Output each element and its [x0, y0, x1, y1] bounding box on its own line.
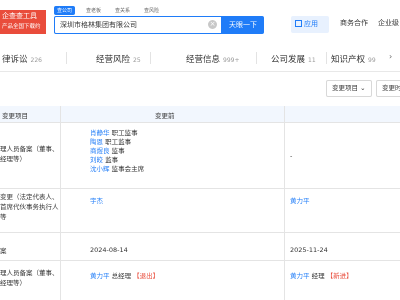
change-time-filter[interactable]: 变更时: [376, 80, 400, 97]
tab-label: 律诉讼: [2, 55, 28, 65]
before-date: 2024-08-14: [90, 246, 128, 254]
tab-divider: [66, 52, 67, 64]
before-cell: 黄力平 总经理 【退出】: [90, 272, 159, 281]
row-item: 理人员备案（董事、经理等）: [0, 145, 59, 163]
search-button[interactable]: 天眼一下: [222, 16, 264, 34]
tab-count: 25: [133, 57, 141, 64]
search-type-tabs: 查公司 查老板 查关系 查风险: [54, 6, 162, 15]
person-link[interactable]: 陶恩: [90, 138, 103, 146]
tab-label: 公司发展: [271, 55, 306, 65]
logo-line2: 产品全国下载约: [2, 24, 41, 30]
tab-divider: [150, 52, 151, 64]
grid-icon: [295, 20, 302, 27]
tab-operation-risk[interactable]: 经营风险 25: [96, 53, 141, 65]
after-person-link[interactable]: 黄力平: [290, 197, 310, 206]
tab-company-development[interactable]: 公司发展 11: [271, 53, 316, 65]
person-link[interactable]: 刘皎: [90, 156, 103, 164]
chevron-down-icon: ⌄: [360, 84, 366, 92]
person-role: 职工监事: [111, 129, 138, 137]
logo-line1: 企查查工具: [2, 12, 37, 20]
person-role: 职工监事: [105, 138, 132, 146]
tab-litigation[interactable]: 律诉讼 226: [2, 53, 42, 65]
search-tab-boss[interactable]: 查老板: [83, 6, 104, 15]
person-link[interactable]: 商煜良: [90, 147, 110, 155]
person-role: 监事: [105, 156, 119, 164]
chevron-right-icon[interactable]: ›: [389, 52, 392, 61]
filter-label: 变更项目: [332, 84, 358, 92]
row-item: 案: [0, 247, 7, 255]
tab-count: 11: [308, 57, 316, 64]
tab-label: 经营风险: [96, 55, 131, 65]
before-person-link[interactable]: 宇杰: [90, 197, 103, 206]
clear-icon[interactable]: ×: [208, 20, 217, 29]
tab-intellectual-property[interactable]: 知识产权 99: [331, 53, 376, 65]
exit-tag: 【退出】: [133, 272, 160, 280]
person-line: 肖静华 职工监事: [90, 129, 144, 138]
person-link[interactable]: 肖静华: [90, 129, 110, 137]
tab-label: 知识产权: [331, 55, 366, 65]
tab-count: 99: [368, 57, 376, 64]
tab-operation-info[interactable]: 经营信息 999+: [186, 53, 240, 65]
column-divider: [60, 106, 61, 300]
search-tab-company[interactable]: 查公司: [54, 6, 76, 15]
after-date: 2025-11-24: [290, 246, 328, 254]
page: 企查查工具 产品全国下载约 查公司 查老板 查关系 查风险 深圳市格林集团有限公…: [0, 0, 400, 300]
search-input[interactable]: 深圳市格林集团有限公司: [54, 16, 222, 34]
person-line: 刘皎 监事: [90, 156, 144, 165]
person-role: 监事会主席: [111, 165, 145, 173]
person-link[interactable]: 沈小辉: [90, 165, 110, 173]
logo[interactable]: 企查查工具 产品全国下载约: [0, 10, 46, 34]
tab-label: 经营信息: [186, 55, 221, 65]
search-tab-risk[interactable]: 查风险: [141, 6, 162, 15]
tab-count: 999+: [223, 57, 240, 64]
person-line: 商煜良 监事: [90, 147, 144, 156]
row-item: 变更（法定代表人、首席代伙事务执行人等: [0, 193, 59, 221]
business-cooperation-link[interactable]: 商务合作: [340, 18, 368, 28]
tab-divider: [256, 52, 257, 64]
person-link[interactable]: 黄力平: [290, 272, 310, 280]
person-line: 沈小辉 监事会主席: [90, 165, 144, 174]
row-item: 理人员备案（董事、经理等）: [0, 269, 59, 287]
new-tag: 【新进】: [326, 272, 353, 280]
tab-divider: [326, 52, 327, 64]
change-item-filter[interactable]: 变更项目 ⌄: [326, 80, 372, 97]
header-change-item: 变更项目: [2, 112, 28, 120]
person-line: 陶恩 职工监事: [90, 138, 144, 147]
after-cell: 黄力平 经理 【新进】: [290, 272, 353, 281]
header-before: 变更前: [155, 112, 175, 120]
filter-label: 变更时: [382, 84, 400, 92]
header: 企查查工具 产品全国下载约 查公司 查老板 查关系 查风险 深圳市格林集团有限公…: [0, 0, 400, 44]
before-cell: 肖静华 职工监事 陶恩 职工监事 商煜良 监事 刘皎 监事 沈小辉 监事会主席: [90, 129, 144, 174]
enterprise-link[interactable]: 企业级: [378, 18, 399, 28]
tab-count: 226: [30, 57, 42, 64]
person-role: 监事: [111, 147, 125, 155]
app-button[interactable]: 应用: [291, 16, 329, 33]
section-tabs: 律诉讼 226 经营风险 25 经营信息 999+ 公司发展 11 知识产权 99 ›: [0, 44, 400, 72]
search-tab-relation[interactable]: 查关系: [112, 6, 133, 15]
person-role: 总经理: [111, 272, 132, 280]
after-cell: -: [290, 152, 293, 160]
person-link[interactable]: 黄力平: [90, 272, 110, 280]
person-role: 经理: [311, 272, 325, 280]
column-divider: [284, 106, 285, 300]
app-button-label: 应用: [304, 20, 318, 28]
